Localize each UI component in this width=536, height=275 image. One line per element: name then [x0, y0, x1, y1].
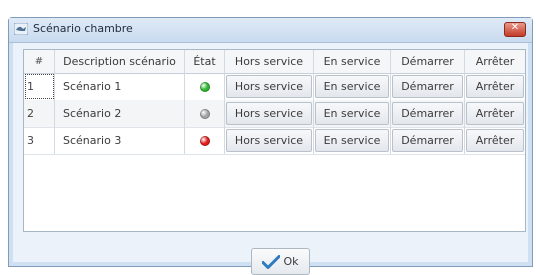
in-service-button[interactable]: En service	[315, 129, 389, 152]
dialog-content: # Description scénario État Hors service…	[13, 43, 528, 275]
out-of-service-button[interactable]: Hors service	[226, 129, 312, 152]
row-stop-cell: Arrêter	[465, 100, 525, 127]
row-description: Scénario 1	[55, 73, 185, 100]
row-state	[185, 73, 225, 100]
stop-button[interactable]: Arrêter	[466, 102, 524, 125]
row-stop-cell: Arrêter	[465, 127, 525, 154]
row-in-service-cell: En service	[314, 73, 391, 100]
table-row[interactable]: 3 Scénario 3 Hors service En service Dém…	[24, 127, 525, 155]
ok-label: Ok	[283, 255, 299, 268]
start-button[interactable]: Démarrer	[392, 102, 463, 125]
row-start-cell: Démarrer	[391, 73, 465, 100]
out-of-service-button[interactable]: Hors service	[226, 102, 312, 125]
header-in-service[interactable]: En service	[314, 50, 391, 73]
row-num: 3	[24, 127, 55, 154]
row-state	[185, 100, 225, 127]
out-of-service-button[interactable]: Hors service	[226, 75, 312, 98]
window-title: Scénario chambre	[33, 22, 133, 35]
status-indicator-green-icon	[199, 81, 210, 92]
row-out-of-service-cell: Hors service	[225, 73, 314, 100]
table-row[interactable]: 2 Scénario 2 Hors service En service Dém…	[24, 100, 525, 128]
ok-button[interactable]: Ok	[251, 248, 310, 275]
row-state	[185, 127, 225, 154]
header-out-of-service[interactable]: Hors service	[225, 50, 314, 73]
in-service-button[interactable]: En service	[315, 102, 389, 125]
status-indicator-gray-icon	[199, 108, 210, 119]
stop-button[interactable]: Arrêter	[466, 129, 524, 152]
close-button[interactable]: ✕	[504, 22, 526, 37]
row-start-cell: Démarrer	[391, 100, 465, 127]
row-num: 1	[24, 73, 55, 100]
in-service-button[interactable]: En service	[315, 75, 389, 98]
row-out-of-service-cell: Hors service	[225, 127, 314, 154]
header-stop[interactable]: Arrêter	[465, 50, 525, 73]
row-in-service-cell: En service	[314, 100, 391, 127]
table-header: # Description scénario État Hors service…	[24, 50, 525, 74]
title-bar[interactable]: Scénario chambre ✕	[9, 18, 532, 43]
start-button[interactable]: Démarrer	[392, 75, 463, 98]
app-icon	[14, 23, 28, 35]
row-description: Scénario 3	[55, 127, 185, 154]
row-description: Scénario 2	[55, 100, 185, 127]
row-in-service-cell: En service	[314, 127, 391, 154]
stop-button[interactable]: Arrêter	[466, 75, 524, 98]
header-num[interactable]: #	[24, 50, 55, 73]
row-out-of-service-cell: Hors service	[225, 100, 314, 127]
row-start-cell: Démarrer	[391, 127, 465, 154]
table-row[interactable]: 1 Scénario 1 Hors service En service Dém…	[24, 73, 525, 101]
scenario-table: # Description scénario État Hors service…	[23, 49, 526, 232]
checkmark-icon	[262, 254, 281, 269]
start-button[interactable]: Démarrer	[392, 129, 463, 152]
row-num: 2	[24, 100, 55, 127]
dialog-window: Scénario chambre ✕ # Description scénari…	[8, 17, 533, 275]
header-state[interactable]: État	[185, 50, 225, 73]
close-icon: ✕	[510, 22, 520, 33]
header-description[interactable]: Description scénario	[55, 50, 185, 73]
status-indicator-red-icon	[199, 135, 210, 146]
row-stop-cell: Arrêter	[465, 73, 525, 100]
header-start[interactable]: Démarrer	[391, 50, 465, 73]
